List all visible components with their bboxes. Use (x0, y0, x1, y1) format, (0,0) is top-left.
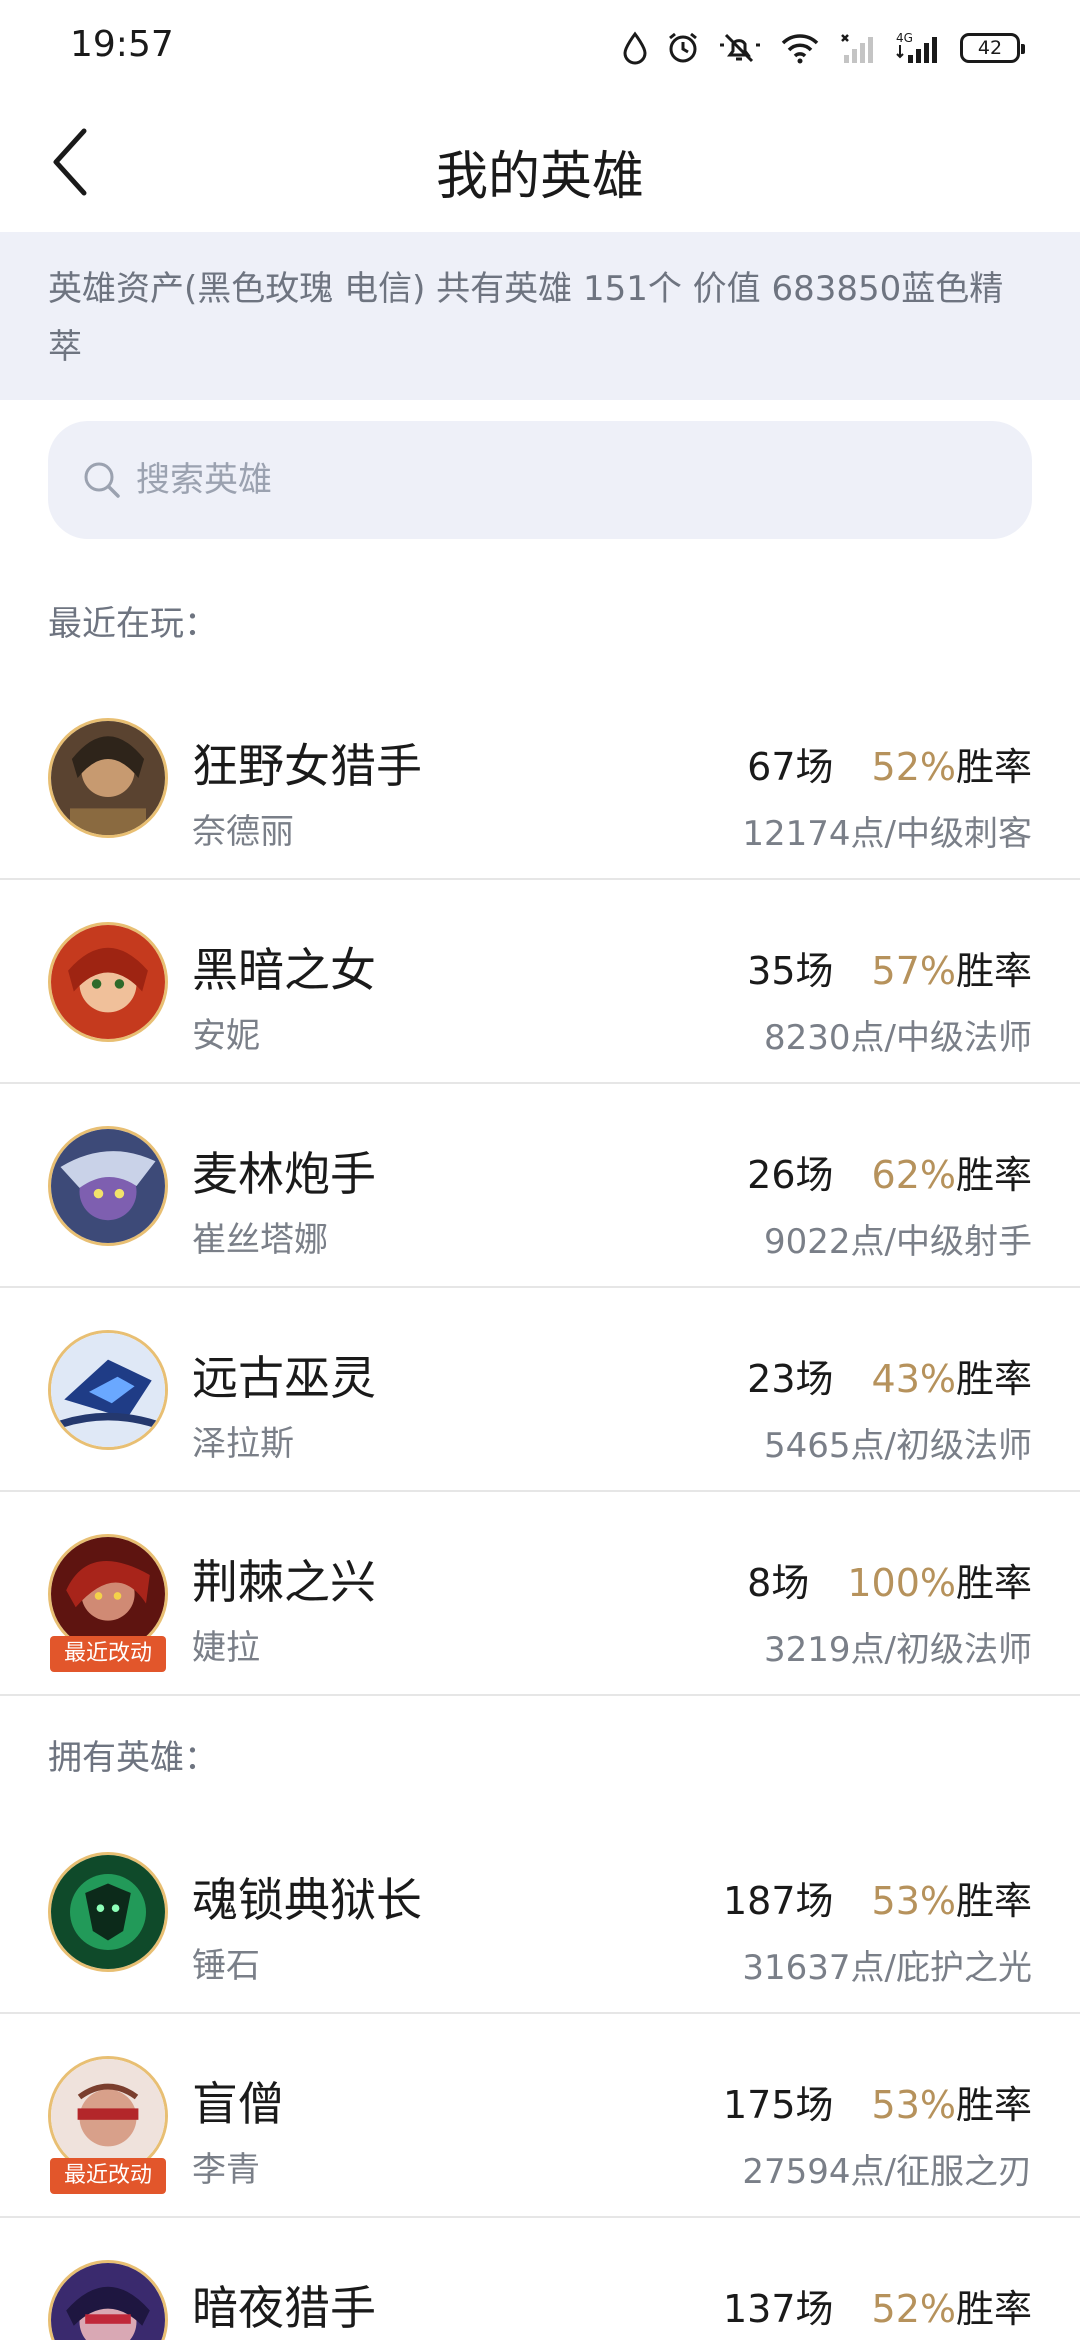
hero-stats: 8场 100%胜率 (747, 1552, 1032, 1607)
search-icon (82, 460, 122, 500)
hero-avatar (48, 922, 168, 1042)
hero-win-rate: 53% (871, 1879, 956, 1923)
hero-name: 盲僧 (192, 2077, 284, 2131)
hero-row-annie[interactable]: 黑暗之女 安妮 35场 57%胜率 8230点/中级法师 (0, 880, 1080, 1084)
battery-level: 42 (977, 37, 1003, 59)
hero-avatar (48, 1330, 168, 1450)
hero-games: 8场 (747, 1561, 810, 1605)
mute-icon (718, 31, 762, 65)
hero-row-thresh[interactable]: 魂锁典狱长 锤石 187场 53%胜率 31637点/庇护之光 (0, 1810, 1080, 2014)
hero-win-rate-label: 胜率 (955, 1357, 1032, 1401)
hero-name: 魂锁典狱长 (192, 1873, 422, 1927)
drop-icon (622, 31, 648, 65)
signal-off-icon (838, 31, 878, 65)
status-bar: 19:57 4G 42 (0, 0, 1080, 96)
hero-games: 137场 (722, 2287, 834, 2331)
hero-name: 暗夜猎手 (192, 2281, 376, 2335)
recently-changed-badge: 最近改动 (50, 1636, 166, 1672)
section-label-recent: 最近在玩： (48, 604, 218, 644)
hero-win-rate-label: 胜率 (955, 2083, 1032, 2127)
hero-alias: 泽拉斯 (192, 1424, 294, 1464)
status-time: 19:57 (70, 24, 174, 65)
hero-stats: 67场 52%胜率 (747, 736, 1032, 791)
hero-games: 26场 (747, 1153, 834, 1197)
hero-alias: 奈德丽 (192, 812, 294, 852)
hero-games: 23场 (747, 1357, 834, 1401)
search-box[interactable] (48, 421, 1032, 539)
section-label-owned: 拥有英雄： (48, 1738, 218, 1778)
hero-row-zyra[interactable]: 最近改动 荆棘之兴 婕拉 8场 100%胜率 3219点/初级法师 (0, 1492, 1080, 1696)
hero-avatar (48, 1126, 168, 1246)
hero-win-rate: 57% (871, 949, 956, 993)
hero-games: 187场 (722, 1879, 834, 1923)
hero-win-rate: 53% (871, 2083, 956, 2127)
hero-stats: 23场 43%胜率 (747, 1348, 1032, 1403)
hero-name: 远古巫灵 (192, 1351, 376, 1405)
hero-win-rate-label: 胜率 (955, 949, 1032, 993)
hero-alias: 崔丝塔娜 (192, 1220, 328, 1260)
hero-name: 荆棘之兴 (192, 1555, 376, 1609)
header: 我的英雄 (0, 96, 1080, 232)
asset-summary-banner: 英雄资产(黑色玫瑰 电信) 共有英雄 151个 价值 683850蓝色精萃 (0, 232, 1080, 400)
hero-points: 27594点/征服之刃 (742, 2152, 1032, 2192)
signal-4g-icon: 4G (896, 31, 942, 65)
hero-name: 狂野女猎手 (192, 739, 422, 793)
hero-win-rate: 52% (871, 745, 956, 789)
hero-win-rate-label: 胜率 (955, 1879, 1032, 1923)
hero-stats: 35场 57%胜率 (747, 940, 1032, 995)
search-input[interactable] (136, 460, 996, 500)
hero-stats: 187场 53%胜率 (723, 1870, 1032, 1925)
hero-win-rate-label: 胜率 (955, 1153, 1032, 1197)
hero-games: 175场 (722, 2083, 834, 2127)
svg-text:4G: 4G (896, 31, 913, 45)
status-icons: 4G 42 (622, 26, 1025, 70)
hero-avatar (48, 718, 168, 838)
wifi-icon (780, 32, 820, 64)
hero-win-rate: 52% (871, 2287, 956, 2331)
hero-alias: 锤石 (192, 1946, 260, 1986)
hero-win-rate-label: 胜率 (955, 2287, 1032, 2331)
hero-points: 31637点/庇护之光 (742, 1948, 1032, 1988)
hero-avatar (48, 1852, 168, 1972)
hero-row-xerath[interactable]: 远古巫灵 泽拉斯 23场 43%胜率 5465点/初级法师 (0, 1288, 1080, 1492)
hero-win-rate-label: 胜率 (955, 1561, 1032, 1605)
hero-points: 5465点/初级法师 (764, 1426, 1032, 1466)
hero-stats: 26场 62%胜率 (747, 1144, 1032, 1199)
hero-name: 麦林炮手 (192, 1147, 376, 1201)
hero-points: 9022点/中级射手 (764, 1222, 1032, 1262)
hero-alias: 安妮 (192, 1016, 260, 1056)
hero-win-rate-label: 胜率 (955, 745, 1032, 789)
hero-name: 黑暗之女 (192, 943, 376, 997)
hero-points: 12174点/中级刺客 (742, 814, 1032, 854)
hero-win-rate: 43% (871, 1357, 956, 1401)
hero-alias: 李青 (192, 2150, 260, 2190)
battery-icon: 42 (960, 33, 1025, 63)
hero-win-rate: 62% (871, 1153, 956, 1197)
hero-avatar (48, 2260, 168, 2340)
alarm-icon (666, 31, 700, 65)
hero-stats: 137场 52%胜率 (723, 2278, 1032, 2333)
hero-row-tristana[interactable]: 麦林炮手 崔丝塔娜 26场 62%胜率 9022点/中级射手 (0, 1084, 1080, 1288)
recently-changed-badge: 最近改动 (50, 2158, 166, 2194)
hero-points: 8230点/中级法师 (764, 1018, 1032, 1058)
hero-games: 35场 (747, 949, 834, 993)
hero-win-rate: 100% (847, 1561, 956, 1605)
hero-row-nidalee[interactable]: 狂野女猎手 奈德丽 67场 52%胜率 12174点/中级刺客 (0, 676, 1080, 880)
hero-points: 3219点/初级法师 (764, 1630, 1032, 1670)
page-title: 我的英雄 (435, 147, 644, 207)
hero-row-vayne[interactable]: 暗夜猎手 137场 52%胜率 (0, 2218, 1080, 2340)
hero-alias: 婕拉 (192, 1628, 260, 1668)
hero-games: 67场 (747, 745, 834, 789)
hero-row-lee-sin[interactable]: 最近改动 盲僧 李青 175场 53%胜率 27594点/征服之刃 (0, 2014, 1080, 2218)
hero-stats: 175场 53%胜率 (723, 2074, 1032, 2129)
